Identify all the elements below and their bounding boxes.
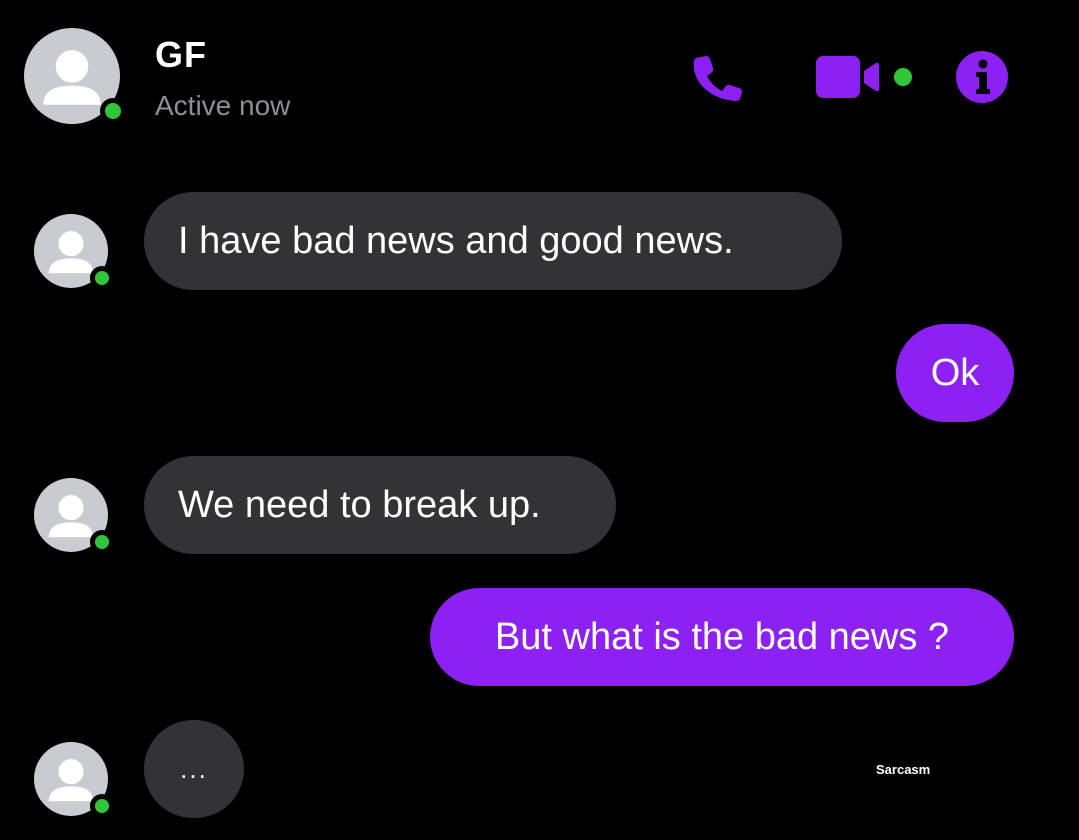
outgoing-message-bubble[interactable]: Ok: [896, 324, 1014, 422]
active-status: Active now: [155, 90, 291, 121]
video-active-indicator: [894, 68, 912, 86]
watermark-text: Sarcasm: [876, 762, 931, 777]
online-indicator: [90, 794, 114, 818]
contact-avatar[interactable]: [24, 28, 126, 124]
incoming-message-bubble[interactable]: We need to break up.: [144, 456, 616, 554]
sender-avatar[interactable]: [34, 742, 114, 818]
sender-avatar[interactable]: [34, 214, 114, 290]
typing-indicator-bubble: ...: [144, 720, 244, 818]
online-indicator: [100, 98, 126, 124]
video-camera-icon[interactable]: [816, 56, 886, 98]
chat-screen: GF Active now I have bad news and good n…: [0, 0, 1079, 840]
phone-icon[interactable]: [690, 52, 744, 102]
outgoing-message-bubble[interactable]: But what is the bad news ?: [430, 588, 1014, 686]
sender-avatar[interactable]: [34, 478, 114, 554]
info-icon[interactable]: [956, 51, 1008, 103]
online-indicator: [90, 266, 114, 290]
incoming-message-bubble[interactable]: I have bad news and good news.: [144, 192, 842, 290]
online-indicator: [90, 530, 114, 554]
contact-name[interactable]: GF: [155, 34, 207, 76]
